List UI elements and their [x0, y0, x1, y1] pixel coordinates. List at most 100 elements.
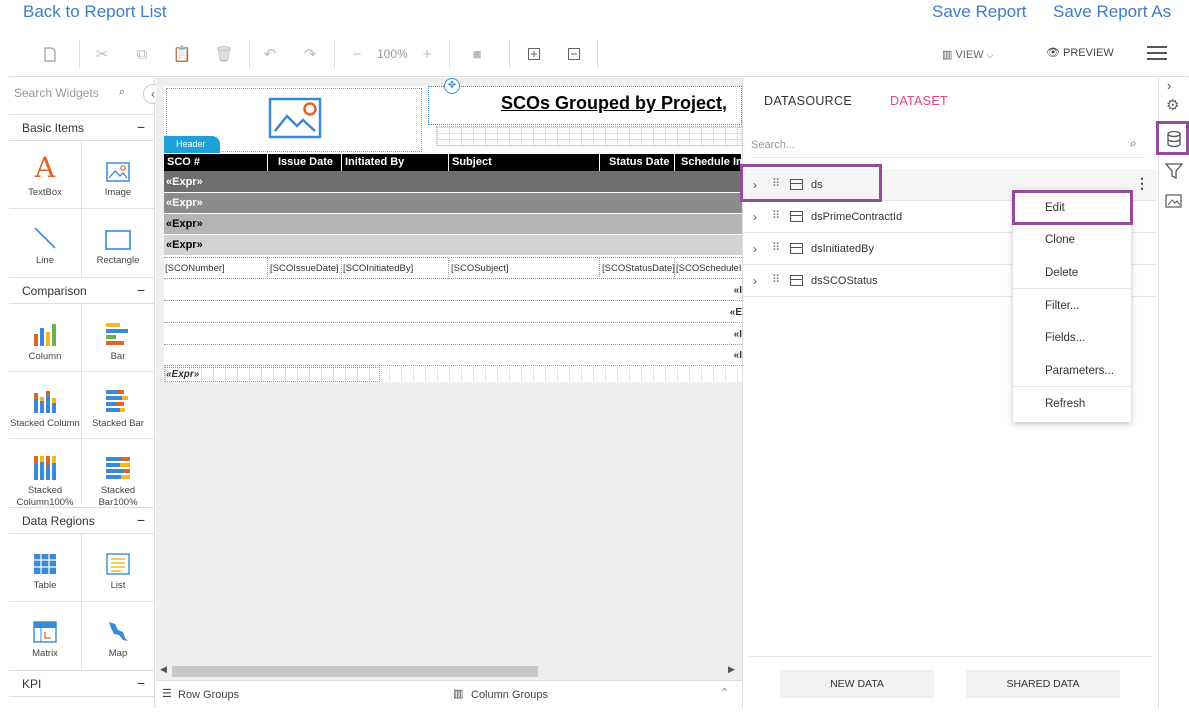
section-data-regions[interactable]: Data Regions − — [9, 507, 154, 534]
page-footer-expr[interactable]: «Expr» — [164, 367, 380, 382]
image-settings-icon[interactable] — [1165, 194, 1183, 210]
section-comparison[interactable]: Comparison − — [9, 277, 154, 304]
widget-rectangle[interactable]: Rectangle — [82, 220, 154, 267]
menu-item-clone[interactable]: Clone — [1013, 224, 1131, 254]
widget-map[interactable]: Map — [82, 613, 154, 660]
widget-stacked-bar[interactable]: Stacked Bar — [82, 383, 154, 430]
section-kpi[interactable]: KPI − — [9, 670, 154, 697]
menu-item-fields[interactable]: Fields... — [1013, 322, 1131, 352]
widget-bar[interactable]: Bar — [82, 316, 154, 363]
paste-icon[interactable]: 📋 — [169, 42, 195, 66]
widget-line[interactable]: Line — [9, 220, 81, 267]
widget-label: List — [110, 580, 126, 591]
cut-icon[interactable]: ✂ — [89, 42, 115, 66]
chevron-right-icon[interactable]: › — [1167, 78, 1171, 93]
menu-divider — [1013, 288, 1131, 289]
view-label: VIEW — [955, 49, 984, 61]
widget-textbox[interactable]: A TextBox — [9, 152, 81, 199]
group-row[interactable]: «Expr» — [164, 193, 742, 213]
expand-groups-icon[interactable]: ⌃ — [720, 686, 729, 699]
horizontal-scrollbar[interactable]: ◀ ▶ — [156, 663, 742, 678]
menu-item-filter[interactable]: Filter... — [1013, 290, 1131, 320]
widget-stacked-column100[interactable]: Stacked Column100% — [9, 450, 81, 509]
save-report-as-link[interactable]: Save Report As — [1053, 2, 1171, 22]
data-cell: [SCONumber] — [164, 258, 268, 279]
tab-datasource[interactable]: DATASOURCE — [764, 94, 852, 108]
scrollbar-thumb[interactable] — [172, 666, 538, 677]
column-groups-button[interactable]: Column Groups — [471, 689, 548, 701]
group-row[interactable]: «Expr» — [164, 235, 742, 255]
panel-divider — [749, 656, 1151, 657]
col-header: SCO # — [164, 154, 268, 171]
copy-icon[interactable]: ⧉ — [129, 42, 155, 66]
widget-list[interactable]: List — [82, 545, 154, 592]
drag-handle-icon[interactable]: ⠿ — [772, 209, 780, 222]
detail-row[interactable]: [SCONumber] [SCOIssueDate] [SCOInitiated… — [164, 257, 742, 279]
new-file-icon[interactable] — [37, 42, 63, 66]
table-header-row[interactable]: SCO # Issue Date Initiated By Subject St… — [164, 154, 742, 171]
move-handle-icon[interactable]: ✥ — [444, 78, 460, 94]
chevron-right-icon[interactable]: › — [753, 242, 757, 256]
chevron-right-icon[interactable]: › — [753, 210, 757, 224]
shared-data-button[interactable]: SHARED DATA — [966, 670, 1120, 698]
section-label: KPI — [22, 677, 42, 691]
zoom-in-icon[interactable]: + — [414, 42, 440, 66]
collapse-icon[interactable]: − — [137, 119, 145, 135]
menu-item-delete[interactable]: Delete — [1013, 257, 1131, 287]
scroll-left-icon[interactable]: ◀ — [160, 664, 167, 675]
drag-handle-icon[interactable]: ⠿ — [772, 273, 780, 286]
stacked-bar100-icon — [105, 450, 131, 480]
fit-page-icon[interactable] — [561, 42, 587, 66]
preview-label: PREVIEW — [1063, 47, 1114, 59]
group-row[interactable]: «Expr» — [164, 171, 742, 192]
data-cell: [SCOScheduleI — [676, 263, 742, 274]
save-report-link[interactable]: Save Report — [932, 2, 1027, 22]
footer-row[interactable]: «I — [164, 280, 742, 301]
dataset-search-input[interactable]: Search... — [751, 132, 1145, 158]
more-options-icon[interactable]: ⋮ — [1135, 175, 1149, 192]
menu-item-parameters[interactable]: Parameters... — [1013, 355, 1131, 385]
gear-icon[interactable]: ⚙ — [1166, 96, 1179, 114]
layer-order-icon[interactable]: ■ — [464, 42, 490, 66]
section-label: Data Regions — [22, 514, 95, 528]
back-to-report-list-link[interactable]: Back to Report List — [23, 2, 167, 22]
widget-image[interactable]: Image — [82, 152, 154, 199]
collapse-icon[interactable]: − — [137, 512, 145, 528]
footer-row[interactable]: «I — [164, 345, 742, 366]
group-row[interactable]: «Expr» — [164, 214, 742, 234]
footer-row[interactable]: «I — [164, 324, 742, 345]
zoom-out-icon[interactable]: − — [344, 42, 370, 66]
stacked-column100-icon — [33, 450, 57, 480]
preview-button[interactable]: 👁 PREVIEW — [1046, 46, 1114, 59]
list-icon — [106, 545, 130, 575]
menu-item-refresh[interactable]: Refresh — [1013, 388, 1131, 418]
undo-icon[interactable]: ↶ — [257, 42, 283, 66]
fit-width-icon[interactable] — [521, 42, 547, 66]
scroll-right-icon[interactable]: ▶ — [728, 664, 735, 675]
header-tab[interactable]: Header — [164, 136, 220, 153]
title-textbox[interactable]: SCOs Grouped by Project, — [428, 86, 742, 125]
search-icon: ⌕ — [1130, 136, 1137, 150]
widget-column[interactable]: Column — [9, 316, 81, 363]
groups-bar: ☰ Row Groups ▥ Column Groups ⌃ — [156, 680, 742, 708]
drag-handle-icon[interactable]: ⠿ — [772, 241, 780, 254]
collapse-icon[interactable]: − — [137, 282, 145, 298]
footer-row[interactable]: «E — [164, 302, 742, 323]
view-button[interactable]: ▥ VIEW ⌵ — [942, 48, 993, 61]
section-basic-items[interactable]: Basic Items − — [9, 114, 154, 141]
widget-matrix[interactable]: Matrix — [9, 613, 81, 660]
row-groups-button[interactable]: Row Groups — [178, 689, 239, 701]
chevron-right-icon[interactable]: › — [753, 274, 757, 288]
collapse-icon[interactable]: − — [137, 675, 145, 691]
delete-icon[interactable]: 🗑 — [211, 42, 237, 66]
redo-icon[interactable]: ↷ — [297, 42, 323, 66]
widget-stacked-column[interactable]: Stacked Column — [9, 383, 81, 430]
tab-dataset[interactable]: DATASET — [890, 94, 948, 108]
widget-table[interactable]: Table — [9, 545, 81, 592]
widget-stacked-bar100[interactable]: Stacked Bar100% — [82, 450, 154, 509]
dataset-table-icon — [790, 243, 803, 254]
menu-icon[interactable] — [1147, 46, 1167, 60]
new-data-button[interactable]: NEW DATA — [780, 670, 934, 698]
page-footer-grid — [389, 367, 742, 382]
filter-icon[interactable] — [1164, 162, 1184, 180]
